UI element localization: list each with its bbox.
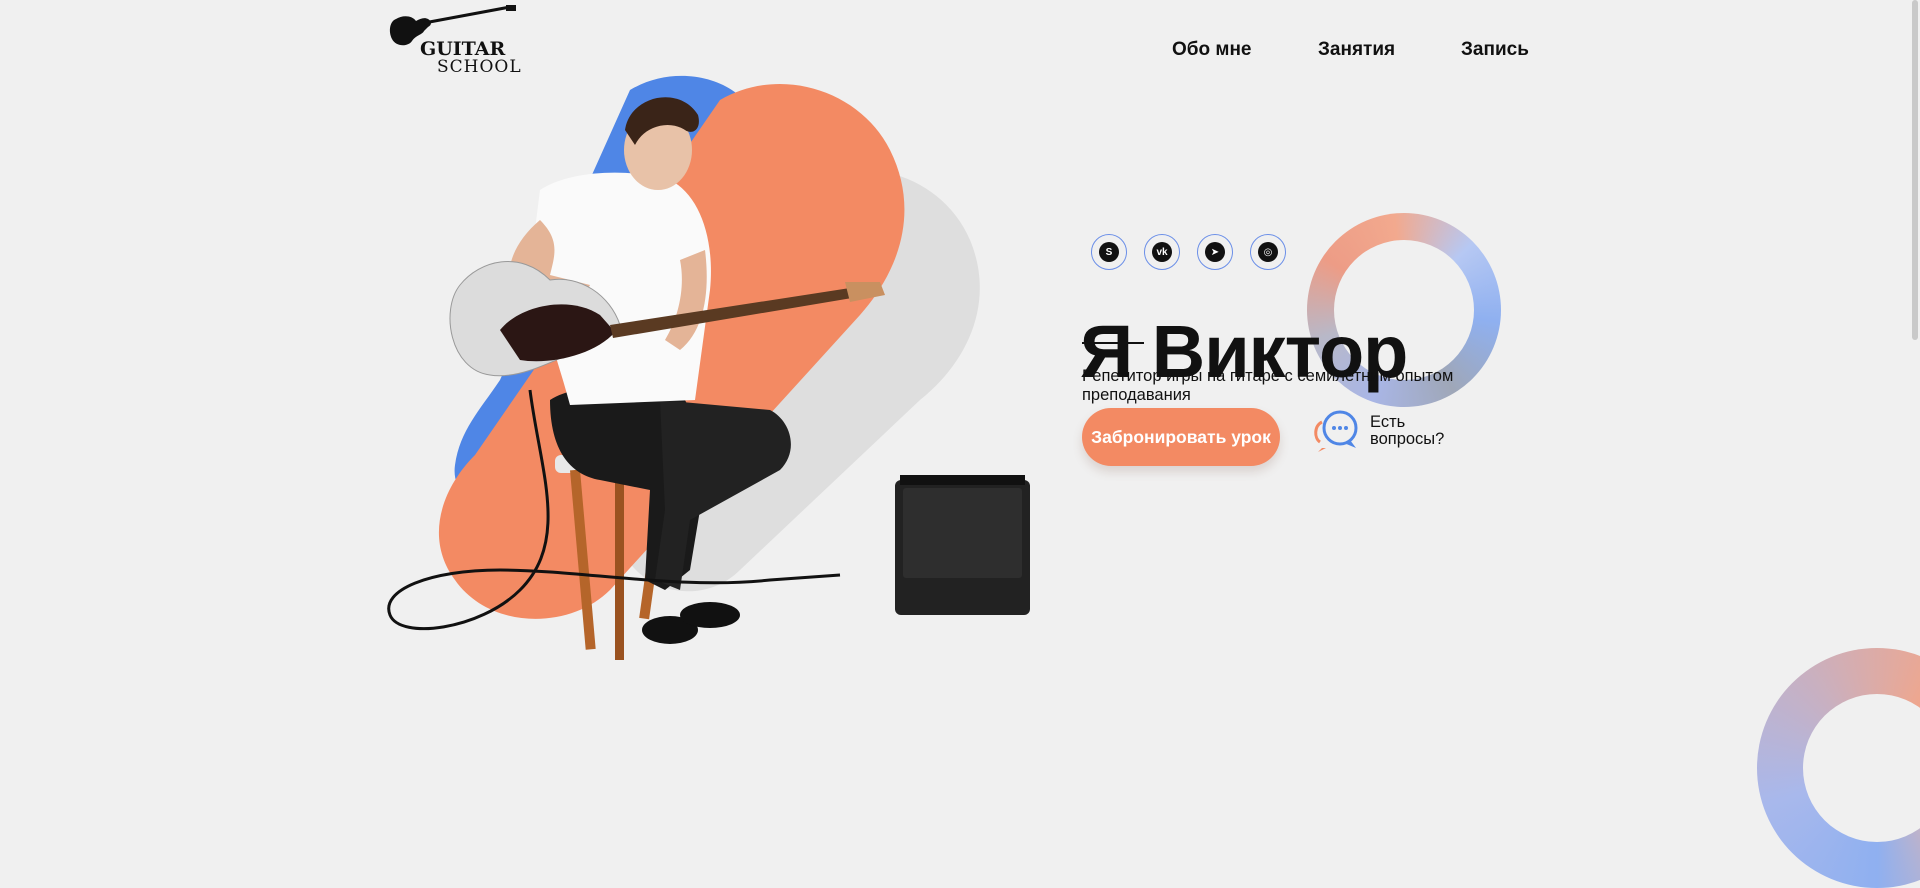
hero-subtitle: Репетитор игры на гитаре с семилетним оп… bbox=[1082, 366, 1454, 404]
skype-icon[interactable]: S bbox=[1091, 234, 1127, 270]
vk-icon[interactable]: vk bbox=[1144, 234, 1180, 270]
telegram-glyph: ➤ bbox=[1205, 242, 1225, 262]
questions-link[interactable]: Есть вопросы? bbox=[1312, 408, 1460, 454]
nav-item-booking[interactable]: Запись bbox=[1461, 39, 1529, 61]
book-lesson-button[interactable]: Забронировать урок bbox=[1082, 408, 1280, 466]
title-underline bbox=[1082, 342, 1144, 344]
telegram-icon[interactable]: ➤ bbox=[1197, 234, 1233, 270]
social-links: S vk ➤ ◎ bbox=[1091, 234, 1286, 270]
nav-item-about[interactable]: Обо мне bbox=[1172, 39, 1252, 61]
vk-glyph: vk bbox=[1152, 242, 1172, 262]
site-logo[interactable]: GUITAR SCHOOL bbox=[388, 5, 523, 80]
instagram-icon[interactable]: ◎ bbox=[1250, 234, 1286, 270]
skype-glyph: S bbox=[1099, 242, 1119, 262]
decorative-ring-corner bbox=[1757, 648, 1920, 888]
instagram-glyph: ◎ bbox=[1258, 242, 1278, 262]
nav-item-lessons[interactable]: Занятия bbox=[1318, 39, 1395, 61]
questions-label: Есть вопросы? bbox=[1370, 413, 1445, 448]
hero-illustration bbox=[380, 70, 1080, 690]
chat-bubbles-icon bbox=[1314, 410, 1358, 452]
page-scrollbar[interactable] bbox=[1912, 0, 1918, 340]
